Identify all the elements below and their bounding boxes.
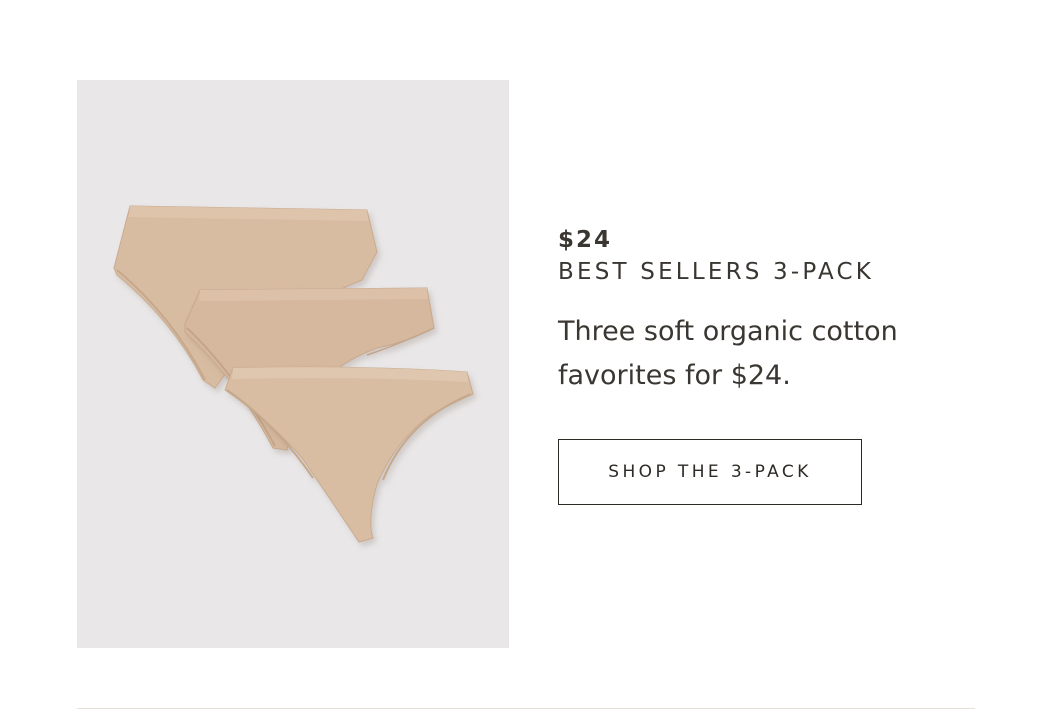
product-title[interactable]: BEST SELLERS 3-PACK (558, 258, 998, 286)
underwear-3pack-illustration (113, 205, 474, 543)
product-info: $24 BEST SELLERS 3-PACK Three soft organ… (558, 226, 998, 398)
product-price: $24 (558, 227, 613, 253)
shop-3-pack-button[interactable]: SHOP THE 3-PACK (558, 439, 862, 505)
product-description: Three soft organic cotton favorites for … (558, 316, 898, 391)
product-image[interactable] (77, 80, 509, 648)
section-divider (77, 708, 975, 709)
brief-front (224, 366, 474, 543)
